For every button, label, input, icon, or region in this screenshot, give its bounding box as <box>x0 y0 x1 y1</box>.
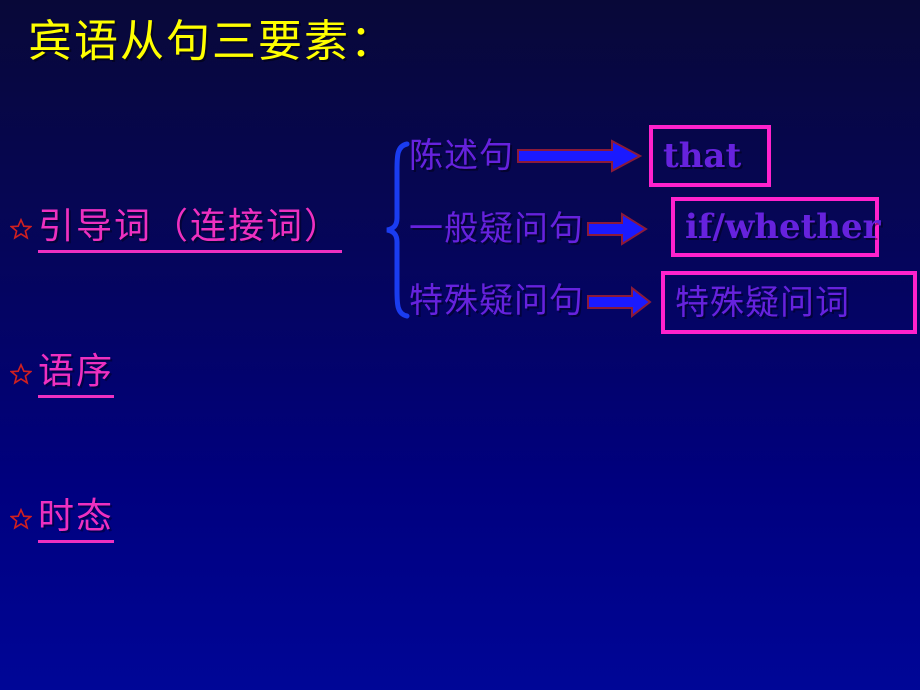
sentence-type-label: 一般疑问句 <box>409 209 584 249</box>
curly-brace-connector-icon <box>386 141 410 319</box>
result-label: if/whether <box>685 207 881 247</box>
result-label: 特殊疑问词 <box>675 282 850 323</box>
result-box-special-question-word: 特殊疑问词 <box>661 271 917 334</box>
presentation-slide: 宾语从句三要素： 引导词（连接词） 语序 时态 陈述句 一般疑问句 特殊疑问句 … <box>0 0 920 690</box>
result-label: that <box>663 136 742 176</box>
star-bullet-icon <box>10 218 32 240</box>
right-arrow-icon <box>517 139 642 173</box>
star-bullet-icon <box>10 508 32 530</box>
right-arrow-icon <box>587 285 652 318</box>
diagram-row-special-question: 特殊疑问句 <box>409 273 652 329</box>
right-arrow-icon <box>587 212 648 246</box>
diagram-row-general-question: 一般疑问句 <box>409 201 648 257</box>
bullet-item-label: 引导词（连接词） <box>38 205 343 253</box>
sentence-type-mapping-diagram: 陈述句 一般疑问句 特殊疑问句 that if/whether 特殊疑问词 <box>385 125 920 340</box>
bullet-item-word-order: 语序 <box>10 350 115 398</box>
bullet-item-label: 语序 <box>38 350 115 398</box>
slide-title: 宾语从句三要素： <box>28 16 396 67</box>
result-box-if-whether: if/whether <box>671 197 881 257</box>
bullet-item-introductory-word: 引导词（连接词） <box>10 205 343 253</box>
sentence-type-label: 特殊疑问句 <box>409 281 584 321</box>
diagram-row-statement: 陈述句 <box>409 128 642 184</box>
bullet-item-label: 时态 <box>38 495 115 543</box>
sentence-type-label: 陈述句 <box>409 136 514 176</box>
result-box-that: that <box>649 125 771 187</box>
bullet-item-tense: 时态 <box>10 495 115 543</box>
star-bullet-icon <box>10 363 32 385</box>
